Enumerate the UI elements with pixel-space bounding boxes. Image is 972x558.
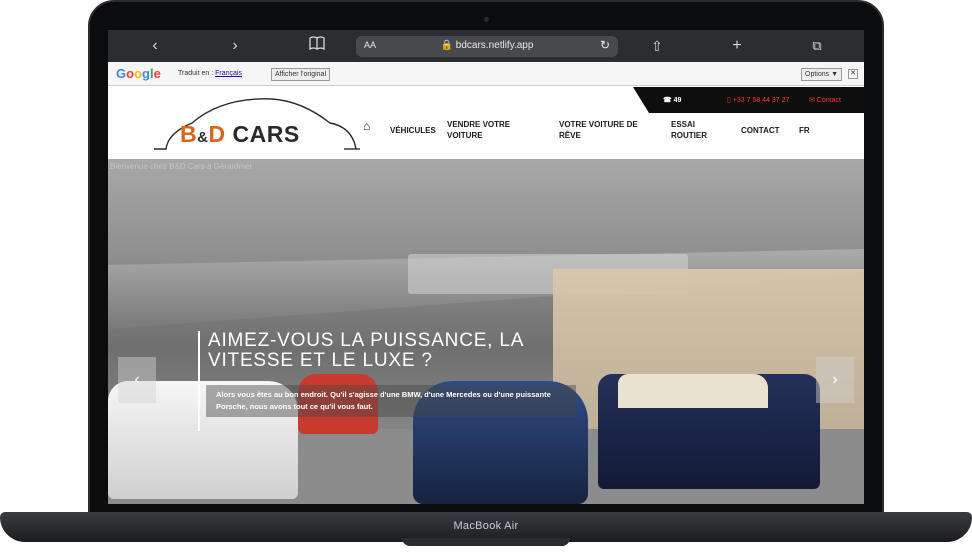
hero-description: Alors vous êtes au bon endroit. Qu'il s'…: [206, 385, 576, 417]
phone-link[interactable]: ▯ +33 7 58 44 37 27: [727, 96, 789, 104]
language-switch[interactable]: FR: [799, 125, 810, 136]
device-label: MacBook Air: [453, 520, 519, 532]
book-icon[interactable]: [304, 36, 330, 56]
site-header: ☎ 49 ▯ +33 7 58 44 37 27 ✉ Contact B&D C…: [108, 87, 864, 159]
language-select[interactable]: Français: [215, 70, 242, 77]
reload-icon[interactable]: ↻: [600, 38, 610, 52]
visit-counter: ☎ 49: [663, 97, 682, 104]
hero-slider: Bienvenue chez B&D Cars à Gérardmer AIME…: [108, 159, 864, 504]
top-info-strip: ☎ 49 ▯ +33 7 58 44 37 27 ✉ Contact: [633, 87, 864, 113]
google-logo: Google: [116, 66, 161, 81]
close-translate-icon[interactable]: ✕: [848, 69, 858, 79]
laptop-screen: ‹ › AA 🔒 bdcars.netlify.app ↻ ⇧ + ⧉ Goog…: [108, 30, 864, 504]
home-icon[interactable]: ⌂: [363, 120, 370, 132]
rolls-royce-roof: [618, 374, 768, 408]
logo-text: B&D CARS: [180, 121, 300, 147]
slider-next-button[interactable]: ›: [816, 357, 854, 403]
google-translate-bar: Google Traduit en : Français Afficher l'…: [108, 62, 864, 86]
caption-divider: [198, 331, 200, 431]
show-original-button[interactable]: Afficher l'original: [271, 68, 331, 81]
nav-contact[interactable]: CONTACT: [741, 125, 780, 136]
slider-prev-button[interactable]: ‹: [118, 357, 156, 403]
translated-to-label: Traduit en : Français: [178, 70, 242, 77]
nav-vehicules[interactable]: VÉHICULES: [390, 125, 436, 136]
share-icon[interactable]: ⇧: [644, 36, 670, 56]
options-button[interactable]: Options ▼: [801, 68, 842, 81]
address-bar[interactable]: AA 🔒 bdcars.netlify.app ↻: [356, 36, 618, 57]
forward-button[interactable]: ›: [222, 36, 248, 56]
nav-vendre-votre-voiture[interactable]: VENDRE VOTRE VOITURE: [447, 119, 527, 141]
nav-voiture-de-reve[interactable]: VOTRE VOITURE DE RÊVE: [559, 119, 655, 141]
url-text: 🔒 bdcars.netlify.app: [440, 40, 534, 51]
new-tab-button[interactable]: +: [724, 36, 750, 56]
tabs-overview-icon[interactable]: ⧉: [804, 36, 830, 56]
hero-ghost-text: Bienvenue chez B&D Cars à Gérardmer: [110, 162, 253, 171]
nav-essai-routier[interactable]: ESSAI ROUTIER: [671, 119, 721, 141]
back-button[interactable]: ‹: [142, 36, 168, 56]
camera-icon: [484, 17, 489, 22]
laptop-notch: [402, 538, 570, 546]
hero-title: AIMEZ-VOUS LA PUISSANCE, LA VITESSE ET L…: [208, 330, 524, 371]
screenshot-stage: ‹ › AA 🔒 bdcars.netlify.app ↻ ⇧ + ⧉ Goog…: [0, 0, 972, 558]
site-logo[interactable]: B&D CARS: [152, 93, 362, 153]
browser-toolbar: ‹ › AA 🔒 bdcars.netlify.app ↻ ⇧ + ⧉: [108, 30, 864, 62]
contact-link[interactable]: ✉ Contact: [809, 96, 841, 104]
